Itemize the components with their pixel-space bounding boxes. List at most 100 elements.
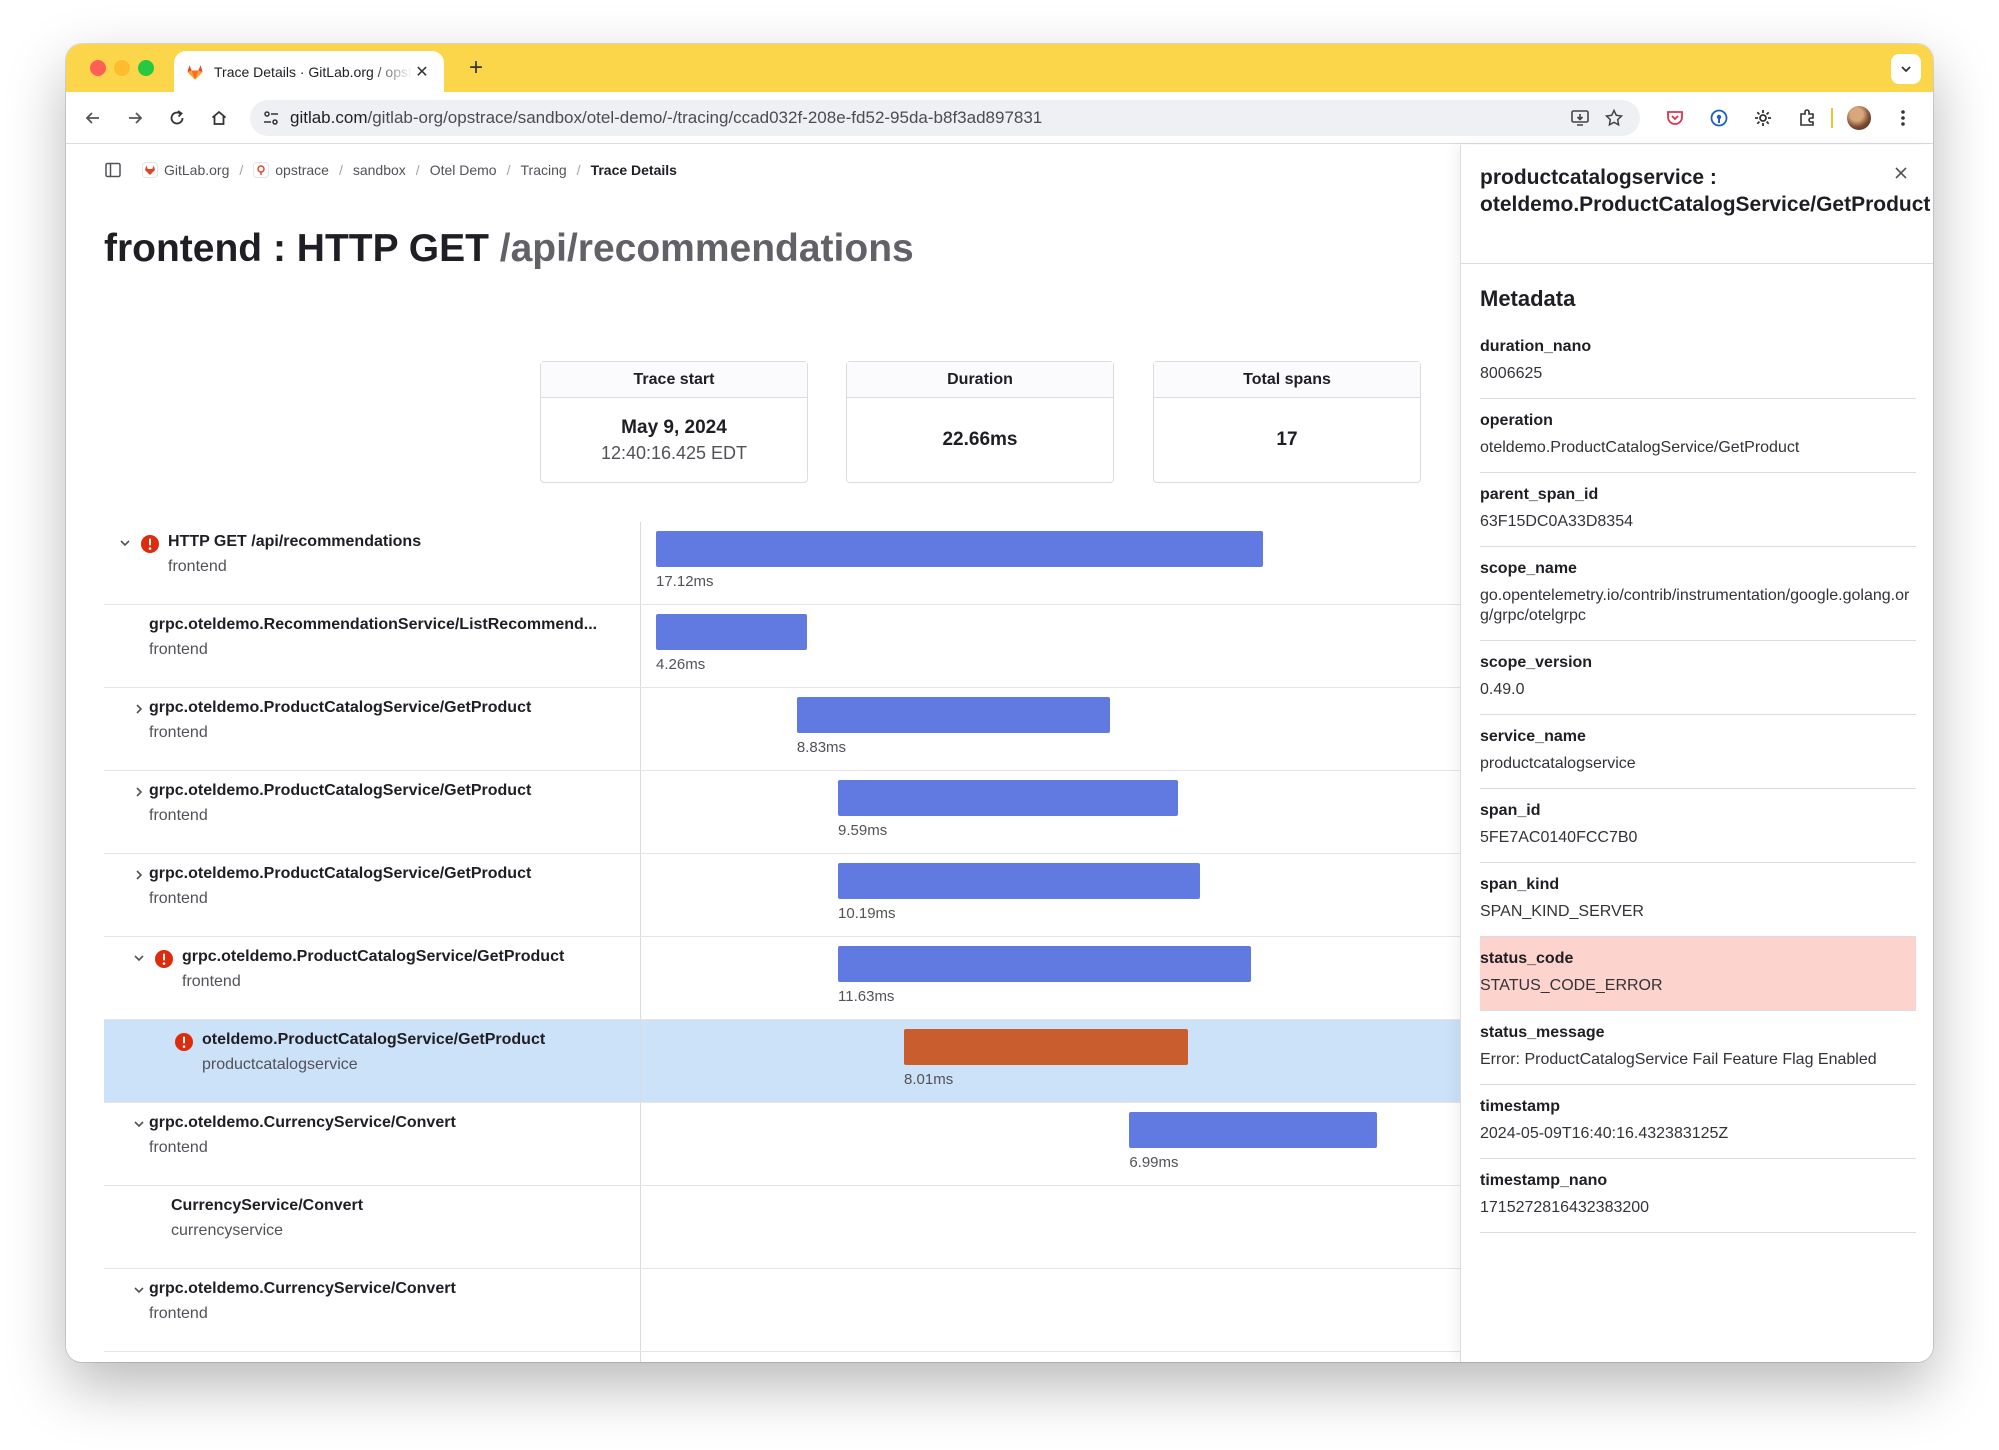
stat-label: Duration xyxy=(847,362,1113,398)
span-info: grpc.oteldemo.RecommendationService/List… xyxy=(104,605,641,687)
back-arrow-icon[interactable] xyxy=(80,105,106,131)
span-row[interactable]: CurrencyService/Convertcurrencyservice xyxy=(104,1186,1460,1269)
more-vertical-icon[interactable] xyxy=(1890,105,1916,131)
span-duration-bar[interactable] xyxy=(656,531,1264,567)
span-info: grpc.oteldemo.CurrencyService/Convert fro… xyxy=(104,1103,641,1185)
metadata-value: 1715272816432383200 xyxy=(1480,1199,1650,1216)
span-duration-bar[interactable] xyxy=(1129,1112,1378,1148)
chevron-right-icon[interactable] xyxy=(132,702,146,716)
metadata-item-status-code: status_code STATUS_CODE_ERROR xyxy=(1480,937,1916,1011)
breadcrumb-item-opstrace[interactable]: opstrace xyxy=(253,162,329,178)
breadcrumb-item-trace-details[interactable]: Trace Details xyxy=(591,162,677,178)
span-duration-bar[interactable] xyxy=(838,780,1179,816)
home-icon[interactable] xyxy=(206,105,232,131)
gear-icon[interactable] xyxy=(1750,105,1776,131)
metadata-key: timestamp_nano xyxy=(1480,1172,1608,1189)
span-service-name: currencyservice xyxy=(171,1222,284,1239)
metadata-value: 0.49.0 xyxy=(1480,681,1525,698)
metadata-item-scope-name: scope_name go.opentelemetry.io/contrib/in… xyxy=(1480,547,1916,641)
span-row[interactable]: grpc.oteldemo.ProductCatalogService/GetP… xyxy=(104,771,1460,854)
avatar[interactable] xyxy=(1846,105,1872,131)
span-service-name: frontend xyxy=(149,1139,208,1156)
metadata-list: duration_nano 8006625 operation oteldemo.Pr… xyxy=(1480,325,1916,1233)
browser-tab-active[interactable]: Trace Details · GitLab.org / opstrace ✕ xyxy=(174,51,444,92)
span-row[interactable]: grpc.oteldemo.ProductCatalogService/GetP… xyxy=(104,854,1460,937)
span-row[interactable]: CurrencyService/Convertcurrencyservice xyxy=(104,1352,1460,1362)
span-row[interactable]: grpc.oteldemo.ProductCatalogService/GetP… xyxy=(104,688,1460,771)
breadcrumb-item-gitlab-org[interactable]: GitLab.org xyxy=(142,162,229,178)
metadata-item-span-kind: span_kind SPAN_KIND_SERVER xyxy=(1480,863,1916,937)
span-service-name: frontend xyxy=(168,558,227,575)
error-icon xyxy=(175,1033,193,1051)
span-operation-name: grpc.oteldemo.ProductCatalogService/GetP… xyxy=(182,948,565,965)
error-icon xyxy=(155,950,173,968)
reload-icon[interactable] xyxy=(164,105,190,131)
span-duration-bar[interactable] xyxy=(838,946,1251,982)
metadata-item-status-message: status_message Error: ProductCatalogServi… xyxy=(1480,1011,1916,1085)
stat-label: Total spans xyxy=(1154,362,1420,398)
stat-card-duration: Duration 22.66ms xyxy=(846,361,1114,483)
toolbar-divider xyxy=(1831,108,1833,128)
breadcrumb: GitLab.org / opstrace / sandbox / Otel D… xyxy=(104,159,677,181)
close-icon[interactable]: ✕ xyxy=(412,62,432,82)
maximize-window-button[interactable] xyxy=(138,60,154,76)
span-service-name: frontend xyxy=(182,973,241,990)
install-app-icon[interactable] xyxy=(1568,106,1592,130)
metadata-item-operation: operation oteldemo.ProductCatalogService/… xyxy=(1480,399,1916,473)
chevron-down-icon[interactable] xyxy=(1891,54,1921,84)
breadcrumb-item-tracing[interactable]: Tracing xyxy=(521,162,567,178)
span-duration-label: 6.99ms xyxy=(1129,1154,1179,1171)
drawer-title: productcatalogservice : oteldemo.Product… xyxy=(1480,166,1931,216)
span-duration-bar[interactable] xyxy=(838,863,1200,899)
metadata-value: 5FE7AC0140FCC7B0 xyxy=(1480,829,1638,846)
stat-subvalue: 12:40:16.425 EDT xyxy=(600,442,748,463)
span-duration-bar[interactable] xyxy=(656,614,808,650)
chevron-down-icon[interactable] xyxy=(132,1117,146,1131)
close-icon[interactable] xyxy=(1891,165,1911,185)
close-window-button[interactable] xyxy=(90,60,106,76)
span-info: grpc.oteldemo.ProductCatalogService/GetP… xyxy=(104,937,641,1019)
span-duration-label: 17.12ms xyxy=(656,573,714,590)
breadcrumb-item-sandbox[interactable]: sandbox xyxy=(353,162,406,178)
forward-arrow-icon[interactable] xyxy=(122,105,148,131)
span-row[interactable]: grpc.oteldemo.ProductCatalogService/GetP… xyxy=(104,937,1460,1020)
span-duration-bar[interactable] xyxy=(796,697,1111,733)
extensions-icon[interactable] xyxy=(1794,105,1820,131)
stat-card-total-spans: Total spans 17 xyxy=(1153,361,1421,483)
address-bar[interactable]: gitlab.com/gitlab-org/opstrace/sandbox/o… xyxy=(250,100,1640,136)
gitlab-tanuki-icon xyxy=(142,162,158,178)
sidebar-toggle-icon[interactable] xyxy=(104,161,122,179)
bookmark-star-icon[interactable] xyxy=(1602,106,1626,130)
metadata-key: duration_nano xyxy=(1480,338,1592,355)
chevron-right-icon[interactable] xyxy=(132,868,146,882)
metadata-item-scope-version: scope_version 0.49.0 xyxy=(1480,641,1916,715)
span-info: CurrencyService/Convertcurrencyservice xyxy=(104,1352,641,1362)
span-row[interactable]: HTTP GET /api/recommendations frontend 17.… xyxy=(104,522,1460,605)
span-row[interactable]: grpc.oteldemo.CurrencyService/Convert fro… xyxy=(104,1269,1460,1352)
chevron-down-icon[interactable] xyxy=(118,536,132,550)
plus-icon[interactable]: + xyxy=(462,54,490,82)
metadata-item-service-name: service_name productcatalogservice xyxy=(1480,715,1916,789)
metadata-item-parent-span-id: parent_span_id 63F15DC0A33D8354 xyxy=(1480,473,1916,547)
metadata-key: parent_span_id xyxy=(1480,486,1599,503)
span-row[interactable]: oteldemo.ProductCatalogService/GetProduc… xyxy=(104,1020,1460,1103)
minimize-window-button[interactable] xyxy=(114,60,130,76)
stat-card-trace-start: Trace start May 9, 2024 12:40:16.425 EDT xyxy=(540,361,808,483)
chevron-right-icon[interactable] xyxy=(132,785,146,799)
password-manager-icon[interactable] xyxy=(1706,105,1732,131)
metadata-value: oteldemo.ProductCatalogService/GetProduc… xyxy=(1480,439,1800,456)
span-duration-label: 8.83ms xyxy=(796,739,847,756)
pocket-icon[interactable] xyxy=(1662,105,1688,131)
span-duration-bar[interactable] xyxy=(904,1029,1189,1065)
chevron-down-icon[interactable] xyxy=(132,1283,146,1297)
span-details-drawer: productcatalogservice : oteldemo.Product… xyxy=(1460,145,1933,1362)
span-row[interactable]: grpc.oteldemo.CurrencyService/Convert fro… xyxy=(104,1103,1460,1186)
site-settings-icon[interactable] xyxy=(262,109,280,127)
span-info: CurrencyService/Convertcurrencyservice xyxy=(104,1186,641,1268)
metadata-key: scope_version xyxy=(1480,654,1593,671)
span-row[interactable]: grpc.oteldemo.RecommendationService/List… xyxy=(104,605,1460,688)
breadcrumb-item-otel-demo[interactable]: Otel Demo xyxy=(430,162,497,178)
chevron-down-icon[interactable] xyxy=(132,951,146,965)
span-operation-name: grpc.oteldemo.ProductCatalogService/GetP… xyxy=(149,699,532,716)
span-info: grpc.oteldemo.ProductCatalogService/GetP… xyxy=(104,854,641,936)
